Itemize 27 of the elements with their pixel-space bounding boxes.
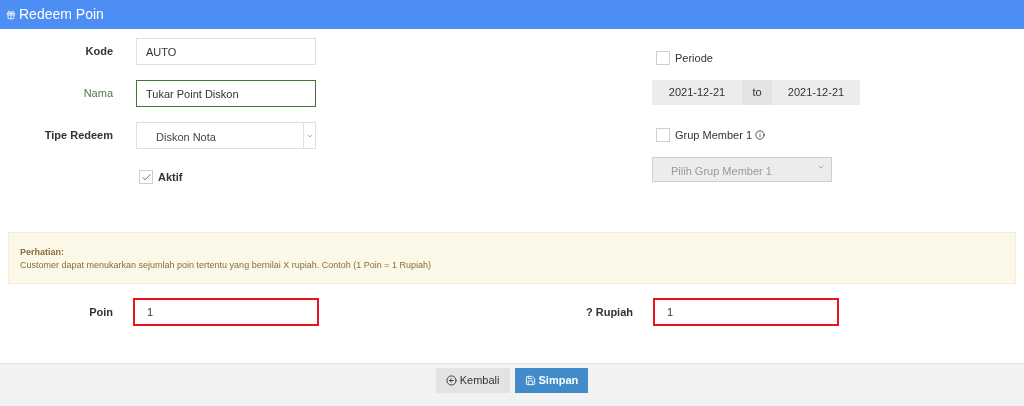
field-label: Kode — [84, 44, 113, 60]
back-icon — [445, 375, 457, 386]
field-label: Nama — [82, 86, 113, 102]
text-field[interactable]: AUTO — [136, 38, 316, 65]
field-label: Poin — [88, 304, 113, 320]
number-field[interactable]: 1 — [133, 298, 319, 326]
periode-checkbox[interactable] — [656, 51, 670, 66]
number-field[interactable]: 1 — [653, 298, 839, 326]
date-field[interactable]: 2021-12-21 — [652, 79, 742, 105]
checkbox-label: Grup Member 1 — [675, 127, 753, 143]
notice-text: Customer dapat menukarkan sejumlah poin tertentu yang bernilai X rupiah. Contoh (1 Poin = 1 Rupiah) — [20, 259, 432, 272]
field-label: ? Rupiah — [584, 304, 633, 320]
checkbox-label: Periode — [675, 51, 713, 66]
field-label: Tipe Redeem — [43, 128, 113, 144]
save-icon — [524, 375, 536, 386]
window-title: Redeem Poin — [19, 5, 104, 24]
save-button[interactable]: Simpan — [514, 368, 589, 393]
info-icon — [755, 129, 766, 140]
select-field[interactable]: Diskon Nota — [136, 122, 316, 149]
aktif-checkbox[interactable] — [139, 170, 153, 185]
range-separator: to — [742, 79, 772, 105]
back-button[interactable]: Kembali — [435, 368, 510, 393]
notice-title: Perhatian: — [20, 246, 65, 259]
checkbox-label: Aktif — [158, 170, 183, 185]
date-field[interactable]: 2021-12-21 — [772, 79, 860, 105]
gift-icon — [6, 9, 16, 20]
text-field[interactable]: Tukar Point Diskon — [136, 80, 316, 107]
